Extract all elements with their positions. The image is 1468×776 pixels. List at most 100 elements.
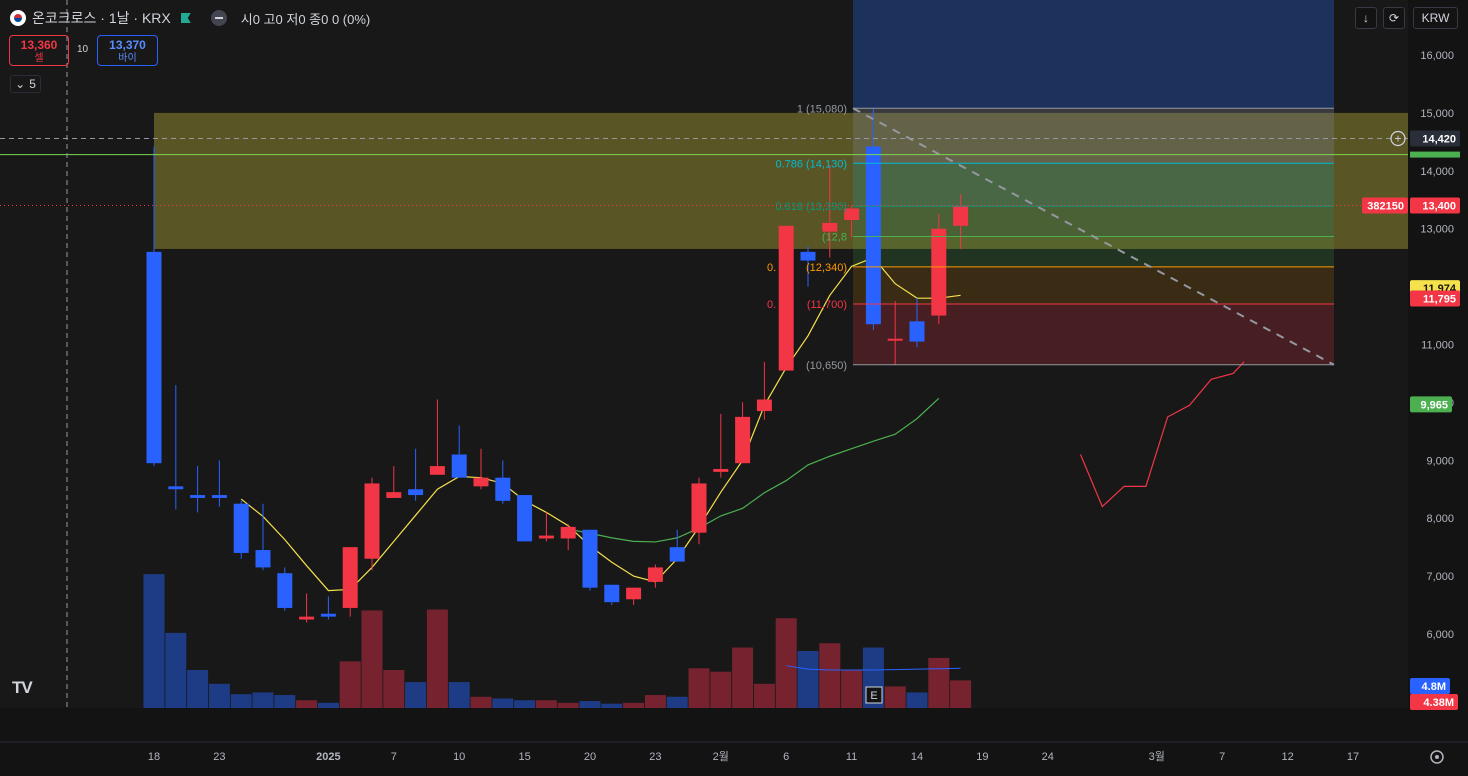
korea-flag-icon [10, 10, 26, 26]
volume-bar[interactable] [797, 651, 819, 708]
volume-bar[interactable] [535, 700, 557, 708]
earnings-marker[interactable]: E [865, 686, 883, 704]
volume-bar[interactable] [753, 683, 775, 708]
volume-bar[interactable] [514, 700, 536, 708]
volume-bar[interactable] [361, 610, 383, 708]
candle[interactable] [277, 567, 293, 611]
candle-body [190, 495, 206, 498]
volume-bar[interactable] [426, 609, 448, 708]
candle-body [909, 321, 925, 342]
volume-bar[interactable] [644, 695, 666, 708]
candle-body [931, 228, 947, 316]
symbol-title[interactable]: 온코크로스 · 1날 · KRX [32, 8, 171, 28]
candle-body [211, 495, 227, 498]
candle-body [778, 225, 794, 371]
volume-bar[interactable] [230, 694, 252, 708]
volume-bar[interactable] [841, 670, 863, 708]
price-tick-label: 13,000 [1420, 224, 1454, 236]
fib-level-label: (10,650) [806, 360, 847, 372]
candle-body [495, 477, 511, 501]
candle-body [408, 489, 424, 496]
volume-bar[interactable] [317, 702, 339, 708]
volume-bar[interactable] [187, 670, 209, 708]
candle-body [713, 468, 729, 472]
time-tick-label: 2025 [316, 751, 340, 763]
volume-bar[interactable] [492, 698, 514, 709]
tradingview-logo-icon[interactable]: TV [12, 678, 33, 698]
volume-bar[interactable] [252, 692, 274, 708]
indicator-count: 5 [29, 77, 36, 91]
sell-button[interactable]: 13,360 셀 [9, 35, 69, 66]
time-tick-label: 6 [783, 751, 789, 763]
fib-price-tag: 11,795 [1410, 290, 1460, 307]
time-tick-label: 23 [649, 751, 661, 763]
candle[interactable] [233, 500, 249, 559]
market-flag-icon[interactable] [180, 13, 191, 23]
price-tick-label: 9,000 [1426, 455, 1454, 467]
candle-body [255, 550, 271, 568]
price-tick-label: 7,000 [1426, 571, 1454, 583]
volume-bar[interactable] [950, 680, 972, 708]
countdown-tag-text: 382150 [1367, 201, 1404, 213]
candle-body [277, 573, 293, 608]
candle[interactable] [604, 584, 620, 606]
price-tick-label: 6,000 [1426, 629, 1454, 641]
volume-bar[interactable] [383, 670, 405, 708]
buy-label: 바이 [118, 53, 137, 64]
volume-bar[interactable] [339, 661, 361, 708]
download-button[interactable]: ↓ [1355, 7, 1377, 29]
volume-bar[interactable] [906, 692, 928, 708]
volume-bar[interactable] [274, 695, 296, 708]
volume-bar[interactable] [448, 682, 470, 708]
time-tick-label: 18 [148, 751, 160, 763]
time-tick-label: 23 [213, 751, 225, 763]
candle[interactable] [931, 214, 947, 325]
candle[interactable] [517, 495, 533, 542]
candle-body [146, 251, 162, 464]
fib-level-label: (12,8 [822, 232, 847, 244]
time-tick-label: 10 [453, 751, 465, 763]
candle[interactable] [778, 225, 794, 371]
fib-level-label: (12,340) [806, 262, 847, 274]
candle[interactable] [342, 547, 358, 617]
volume-bar[interactable] [732, 647, 754, 708]
ma-slow-price-tag-text: 9,965 [1420, 399, 1448, 411]
refresh-button[interactable]: ⟳ [1383, 7, 1405, 29]
volume-bar[interactable] [579, 701, 601, 708]
volume-bar[interactable] [623, 702, 645, 708]
volume-bar[interactable] [710, 671, 732, 708]
visibility-toggle-icon[interactable] [210, 10, 227, 26]
volume-bar[interactable] [208, 683, 230, 708]
candle-body [386, 492, 402, 498]
candle-body [626, 587, 642, 600]
volume-bar[interactable] [601, 703, 623, 708]
volume-bar[interactable] [470, 696, 492, 708]
volume-bar[interactable] [688, 668, 710, 708]
sell-price: 13,360 [20, 38, 58, 52]
indicator-collapse-button[interactable]: ⌄ 5 [10, 75, 41, 93]
fib-band [853, 206, 1334, 237]
volume-bar[interactable] [884, 686, 906, 708]
volume-bar[interactable] [405, 682, 427, 708]
candle[interactable] [582, 529, 598, 591]
currency-selector[interactable]: KRW [1413, 7, 1458, 29]
countdown-tag: 382150 [1362, 197, 1408, 214]
volume-bar[interactable] [775, 618, 797, 708]
spread-value: 10 [77, 44, 89, 55]
volume-bar[interactable] [296, 700, 318, 708]
time-tick-label: 14 [911, 751, 923, 763]
chart-canvas[interactable]: 1 (15,080) 0.786 (14,130) 0.618 (13,390) (1… [0, 0, 1468, 776]
volume-bar[interactable] [557, 702, 579, 708]
candle[interactable] [364, 477, 380, 571]
candle-body [887, 338, 903, 341]
volume-bar[interactable] [928, 657, 950, 708]
crosshair-price-tag: 14,420 [1410, 130, 1460, 147]
last-price-tag-text: 13,400 [1422, 201, 1456, 213]
volume-bar[interactable] [165, 632, 187, 708]
volume-bar[interactable] [666, 696, 688, 708]
volume-bar[interactable] [819, 643, 841, 708]
volume-bar[interactable] [143, 574, 165, 708]
buy-button[interactable]: 13,370 바이 [97, 35, 158, 66]
fib-band [853, 303, 1334, 365]
volume-up-tag-text: 4.8M [1422, 681, 1446, 693]
